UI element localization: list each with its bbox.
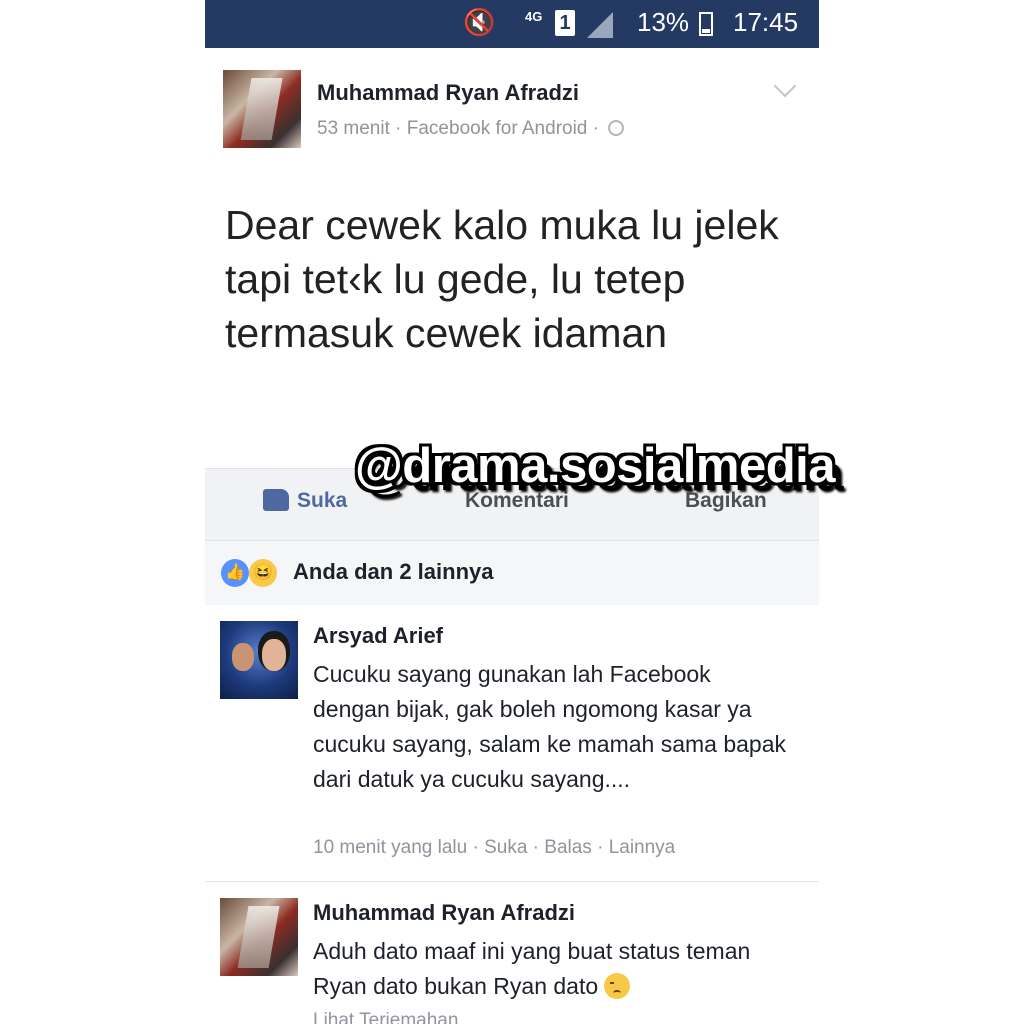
signal-icon (587, 12, 613, 38)
facebook-app-screen: 🔇 4G 1 13% 17:45 Muhammad Ryan Afradzi 5… (205, 0, 819, 1024)
commenter-name[interactable]: Arsyad Arief (313, 623, 443, 649)
commenter-name[interactable]: Muhammad Ryan Afradzi (313, 900, 575, 926)
commenter-avatar[interactable] (220, 898, 298, 976)
chevron-down-icon[interactable] (773, 74, 797, 98)
comment: Arsyad Arief Cucuku sayang gunakan lah F… (205, 605, 819, 882)
globe-icon (608, 120, 625, 136)
like-button[interactable]: Suka (263, 489, 347, 513)
reactions-summary[interactable]: 👍 😆 Anda dan 2 lainnya (205, 540, 819, 606)
comment-text: Cucuku sayang gunakan lah Facebook denga… (313, 661, 787, 792)
post-meta: 53 menit · Facebook for Android · (317, 118, 625, 140)
commenter-avatar[interactable] (220, 621, 298, 699)
status-bar: 🔇 4G 1 13% 17:45 (205, 0, 819, 48)
worried-face-icon (604, 973, 631, 999)
post-author-name[interactable]: Muhammad Ryan Afradzi (317, 80, 579, 106)
battery-icon (699, 12, 713, 36)
sim-indicator: 1 (555, 10, 575, 36)
network-type: 4G (525, 9, 543, 24)
thumbs-up-icon (263, 489, 289, 511)
post-text: Dear cewek kalo muka lu jelek tapi tet‹k… (225, 202, 779, 356)
haha-reaction-icon: 😆 (249, 559, 277, 587)
post-meta-text: 53 menit · Facebook for Android · (317, 118, 599, 139)
author-avatar[interactable] (223, 70, 301, 148)
watermark: @drama.sosialmedia (355, 439, 836, 493)
clock: 17:45 (733, 7, 799, 37)
battery-percent: 13% (637, 7, 690, 37)
comment: Muhammad Ryan Afradzi Aduh dato maaf ini… (205, 882, 819, 1024)
reactions-text: Anda dan 2 lainnya (293, 559, 494, 584)
mute-icon: 🔇 (463, 7, 496, 37)
like-reaction-icon: 👍 (221, 559, 249, 587)
comment-text-wrap: Aduh dato maaf ini yang buat status tema… (313, 934, 793, 1004)
comment-meta[interactable]: 10 menit yang lalu · Suka · Balas · Lain… (313, 837, 675, 859)
like-label: Suka (297, 489, 348, 512)
see-translation-link[interactable]: Lihat Terjemahan (313, 1010, 458, 1024)
comment-text: Aduh dato maaf ini yang buat status tema… (313, 938, 751, 999)
post-header: Muhammad Ryan Afradzi 53 menit · Faceboo… (205, 48, 819, 158)
